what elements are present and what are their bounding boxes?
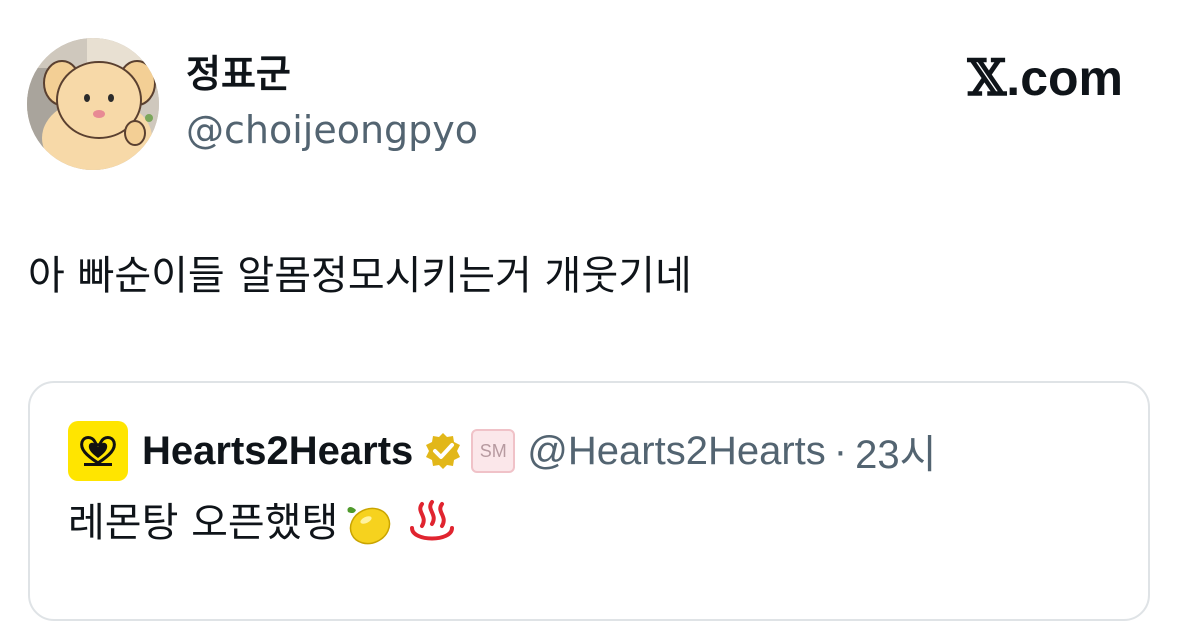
quoted-tweet-header: Hearts2Hearts SM @Hearts2Hearts · 23시 (68, 421, 936, 481)
quoted-author-name[interactable]: Hearts2Hearts (142, 429, 413, 474)
quoted-tweet-text: 레몬탕 오픈했탱 (68, 500, 339, 546)
dog-character-avatar-icon (27, 38, 159, 170)
quoted-tweet-card[interactable]: Hearts2Hearts SM @Hearts2Hearts · 23시 레몬… (28, 381, 1150, 621)
affiliate-badge-icon[interactable]: SM (471, 429, 516, 473)
x-brand-logo: 𝕏.com (967, 48, 1124, 107)
x-logo-icon: 𝕏 (967, 48, 1007, 107)
quoted-tweet-timestamp[interactable]: 23시 (855, 422, 936, 480)
author-avatar[interactable] (27, 38, 159, 170)
separator-dot: · (833, 428, 848, 473)
hearts2hearts-logo-icon (80, 436, 116, 466)
author-handle[interactable]: @choijeongpyo (186, 106, 478, 154)
author-display-name[interactable]: 정표군 (186, 50, 291, 98)
tweet-text: 아 빠순이들 알몸정모시키는거 개웃기네 (28, 253, 692, 299)
brand-suffix: .com (1006, 50, 1123, 106)
quoted-author-handle[interactable]: @Hearts2Hearts (527, 429, 825, 474)
quoted-tweet-text-row: 레몬탕 오픈했탱 (68, 495, 458, 551)
quoted-author-avatar[interactable] (68, 421, 128, 481)
lemon-icon (347, 506, 391, 545)
hot-springs-icon (410, 500, 455, 541)
verified-gold-badge-icon (426, 433, 461, 469)
